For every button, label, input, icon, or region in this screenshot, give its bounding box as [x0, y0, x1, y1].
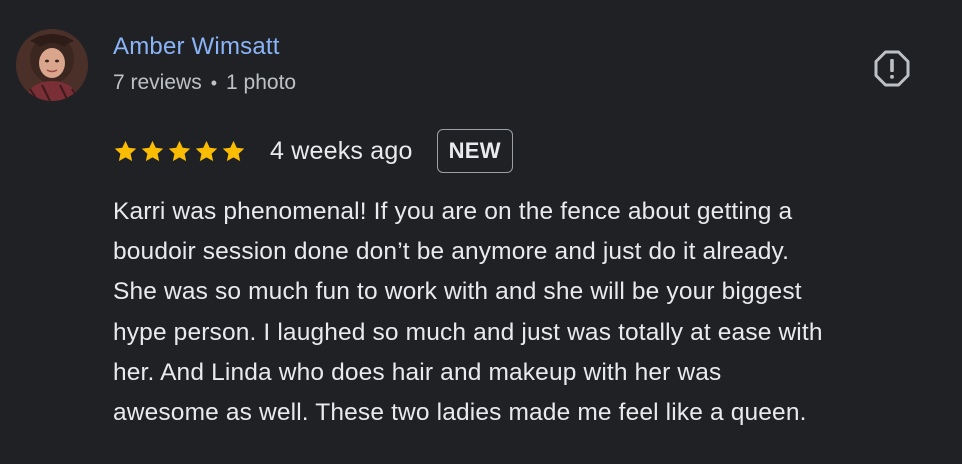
star-icon	[168, 140, 191, 161]
star-icon	[141, 140, 164, 161]
review-text-line: her. And Linda who does hair and makeup …	[113, 358, 722, 386]
star-icon	[222, 140, 245, 161]
review-text-line: hype person. I laughed so much and just …	[113, 318, 823, 346]
star-rating	[113, 139, 246, 164]
review-card: Amber Wimsatt 7 reviews • 1 photo 4 week…	[0, 0, 962, 464]
report-flag-octagon-icon	[874, 50, 910, 87]
meta-separator: •	[210, 72, 218, 93]
review-text-line: awesome as well. These two ladies made m…	[113, 399, 807, 427]
report-review-button[interactable]	[872, 49, 912, 89]
review-text-line: Karri was phenomenal! If you are on the …	[113, 198, 793, 225]
review-time: 4 weeks ago	[270, 136, 413, 165]
review-text-line: She was so much fun to work with and she…	[113, 278, 802, 306]
profile-photo	[16, 29, 88, 101]
star-icon	[114, 140, 137, 161]
review-text: Karri was phenomenal! If you are on the …	[113, 192, 953, 433]
star-icon	[195, 140, 218, 161]
rating-row: 4 weeks ago NEW	[113, 127, 513, 175]
avatar[interactable]	[16, 29, 88, 101]
author-meta: 7 reviews • 1 photo	[113, 71, 296, 95]
author-name-link[interactable]: Amber Wimsatt	[113, 33, 280, 61]
new-badge: NEW	[436, 129, 513, 173]
reviews-count: 7 reviews	[113, 71, 202, 94]
photos-count: 1 photo	[226, 71, 297, 94]
review-text-line: boudoir session done don’t be anymore an…	[113, 238, 790, 266]
